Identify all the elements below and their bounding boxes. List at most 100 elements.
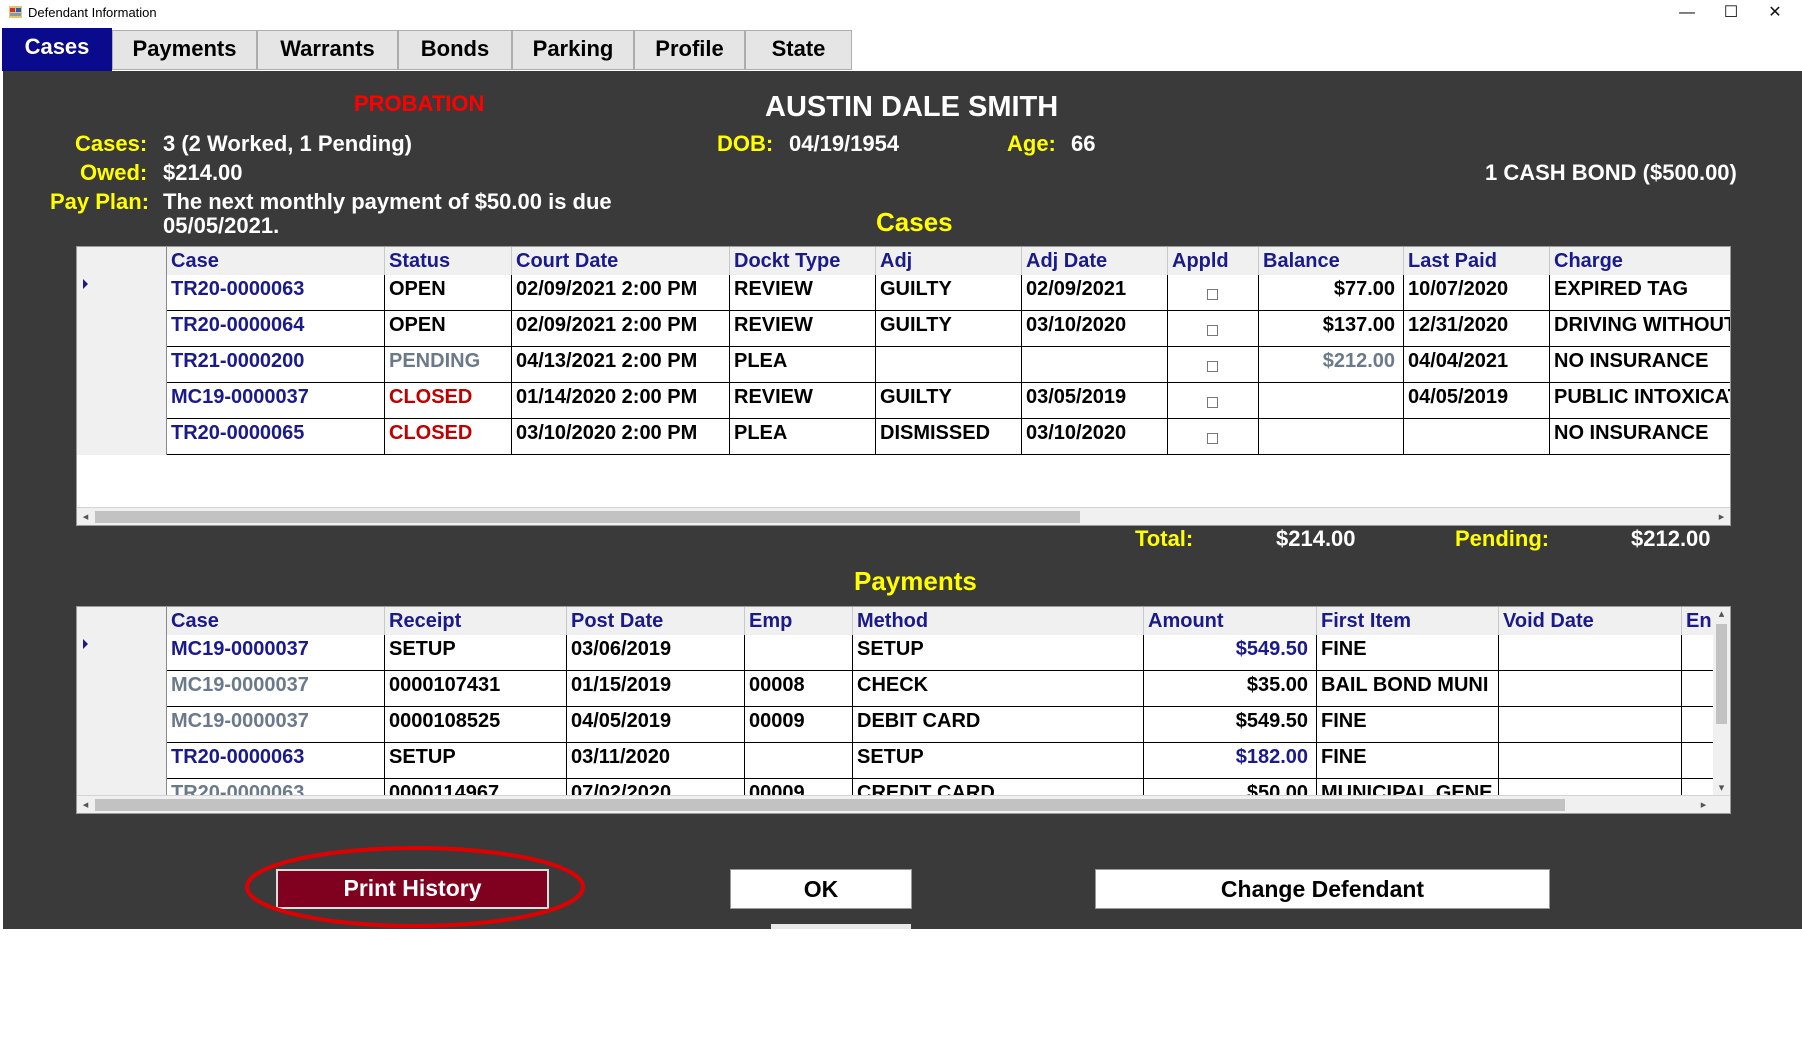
table-cell[interactable]: PENDING (385, 347, 512, 383)
table-cell[interactable]: SETUP (853, 635, 1144, 671)
applied-checkbox[interactable] (1207, 397, 1218, 408)
scroll-right-icon[interactable]: ▸ (1713, 508, 1730, 525)
table-cell[interactable]: EXPIRED TAG (1550, 275, 1730, 311)
table-cell[interactable]: 03/10/2020 2:00 PM (512, 419, 730, 455)
column-header[interactable]: Method (853, 607, 1144, 635)
table-cell[interactable]: BAIL BOND MUNI (1317, 671, 1499, 707)
table-cell[interactable]: MC19-0000037 (167, 383, 385, 419)
table-cell[interactable]: SETUP (853, 743, 1144, 779)
table-cell[interactable] (1022, 347, 1168, 383)
table-cell[interactable]: 04/05/2019 (1404, 383, 1550, 419)
column-header[interactable]: Appld (1168, 247, 1259, 275)
payments-vertical-scrollbar[interactable]: ▴ ▾ (1713, 607, 1730, 795)
table-cell[interactable]: GUILTY (876, 275, 1022, 311)
table-cell[interactable] (1499, 707, 1682, 743)
table-cell[interactable]: FINE (1317, 707, 1499, 743)
table-cell[interactable]: $35.00 (1144, 671, 1317, 707)
column-header[interactable]: Emp (745, 607, 853, 635)
payments-grid[interactable]: Case Receipt Post Date Emp Method Amount First… (76, 606, 1731, 814)
payments-vscroll-thumb[interactable] (1716, 624, 1727, 724)
table-cell[interactable]: PUBLIC INTOXICAT (1550, 383, 1730, 419)
table-cell[interactable]: SETUP (385, 635, 567, 671)
payments-scroll-thumb[interactable] (95, 799, 1565, 811)
table-cell[interactable] (1168, 419, 1259, 455)
table-cell[interactable]: OPEN (385, 311, 512, 347)
table-cell[interactable]: FINE (1317, 743, 1499, 779)
cases-scroll-thumb[interactable] (95, 511, 1080, 523)
table-cell[interactable] (1168, 311, 1259, 347)
table-cell[interactable] (1499, 743, 1682, 779)
table-cell[interactable]: 01/15/2019 (567, 671, 745, 707)
table-cell[interactable] (1404, 419, 1550, 455)
table-cell[interactable]: 04/04/2021 (1404, 347, 1550, 383)
table-cell[interactable]: $549.50 (1144, 707, 1317, 743)
table-cell[interactable]: $77.00 (1259, 275, 1404, 311)
table-cell[interactable]: 03/06/2019 (567, 635, 745, 671)
table-cell[interactable] (1168, 383, 1259, 419)
close-icon[interactable]: ✕ (1753, 0, 1797, 26)
table-cell[interactable]: DEBIT CARD (853, 707, 1144, 743)
table-cell[interactable]: NO INSURANCE (1550, 419, 1730, 455)
table-cell[interactable]: REVIEW (730, 383, 876, 419)
table-cell[interactable] (745, 743, 853, 779)
column-header[interactable]: Adj (876, 247, 1022, 275)
scroll-right-icon[interactable]: ▸ (1695, 796, 1712, 813)
table-cell[interactable]: FINE (1317, 635, 1499, 671)
applied-checkbox[interactable] (1207, 289, 1218, 300)
column-header[interactable]: Receipt (385, 607, 567, 635)
table-cell[interactable]: REVIEW (730, 311, 876, 347)
tab-warrants[interactable]: Warrants (257, 30, 398, 70)
table-cell[interactable]: NO INSURANCE (1550, 347, 1730, 383)
applied-checkbox[interactable] (1207, 433, 1218, 444)
change-defendant-button[interactable]: Change Defendant (1095, 869, 1550, 909)
maximize-icon[interactable]: ☐ (1709, 0, 1753, 26)
tab-parking[interactable]: Parking (512, 30, 634, 70)
table-cell[interactable]: $212.00 (1259, 347, 1404, 383)
column-header[interactable]: Last Paid (1404, 247, 1550, 275)
table-cell[interactable]: 02/09/2021 (1022, 275, 1168, 311)
table-cell[interactable]: DISMISSED (876, 419, 1022, 455)
tab-payments[interactable]: Payments (112, 30, 257, 70)
table-cell[interactable]: 03/11/2020 (567, 743, 745, 779)
column-header[interactable]: Post Date (567, 607, 745, 635)
table-cell[interactable]: TR20-0000063 (167, 275, 385, 311)
table-cell[interactable] (1499, 635, 1682, 671)
table-cell[interactable]: MC19-0000037 (167, 707, 385, 743)
column-header[interactable]: Status (385, 247, 512, 275)
table-cell[interactable]: 12/31/2020 (1404, 311, 1550, 347)
column-header[interactable]: First Item (1317, 607, 1499, 635)
applied-checkbox[interactable] (1207, 325, 1218, 336)
table-cell[interactable] (745, 635, 853, 671)
column-header[interactable]: Amount (1144, 607, 1317, 635)
table-cell[interactable]: TR20-0000064 (167, 311, 385, 347)
table-cell[interactable] (1499, 671, 1682, 707)
table-cell[interactable]: GUILTY (876, 311, 1022, 347)
cases-grid[interactable]: Case Status Court Date Dockt Type Adj Adj Dat… (76, 246, 1731, 526)
table-cell[interactable]: $182.00 (1144, 743, 1317, 779)
tab-profile[interactable]: Profile (634, 30, 745, 70)
table-cell[interactable]: 02/09/2021 2:00 PM (512, 311, 730, 347)
table-cell[interactable]: 10/07/2020 (1404, 275, 1550, 311)
column-header[interactable]: Case (167, 607, 385, 635)
table-cell[interactable]: 02/09/2021 2:00 PM (512, 275, 730, 311)
scroll-left-icon[interactable]: ◂ (77, 508, 94, 525)
table-cell[interactable] (1259, 383, 1404, 419)
scroll-left-icon[interactable]: ◂ (77, 796, 94, 813)
table-cell[interactable]: 0000108525 (385, 707, 567, 743)
table-cell[interactable]: 03/10/2020 (1022, 419, 1168, 455)
tab-state[interactable]: State (745, 30, 852, 70)
column-header[interactable]: Adj Date (1022, 247, 1168, 275)
table-cell[interactable]: CLOSED (385, 383, 512, 419)
column-header[interactable]: Court Date (512, 247, 730, 275)
column-header[interactable]: Case (167, 247, 385, 275)
table-cell[interactable]: $137.00 (1259, 311, 1404, 347)
applied-checkbox[interactable] (1207, 361, 1218, 372)
cases-horizontal-scrollbar[interactable]: ◂ ▸ (77, 507, 1730, 525)
table-cell[interactable]: 00009 (745, 707, 853, 743)
table-cell[interactable]: REVIEW (730, 275, 876, 311)
minimize-icon[interactable]: — (1665, 0, 1709, 26)
tab-bonds[interactable]: Bonds (398, 30, 512, 70)
table-cell[interactable]: CHECK (853, 671, 1144, 707)
table-cell[interactable]: 04/13/2021 2:00 PM (512, 347, 730, 383)
table-cell[interactable]: 04/05/2019 (567, 707, 745, 743)
